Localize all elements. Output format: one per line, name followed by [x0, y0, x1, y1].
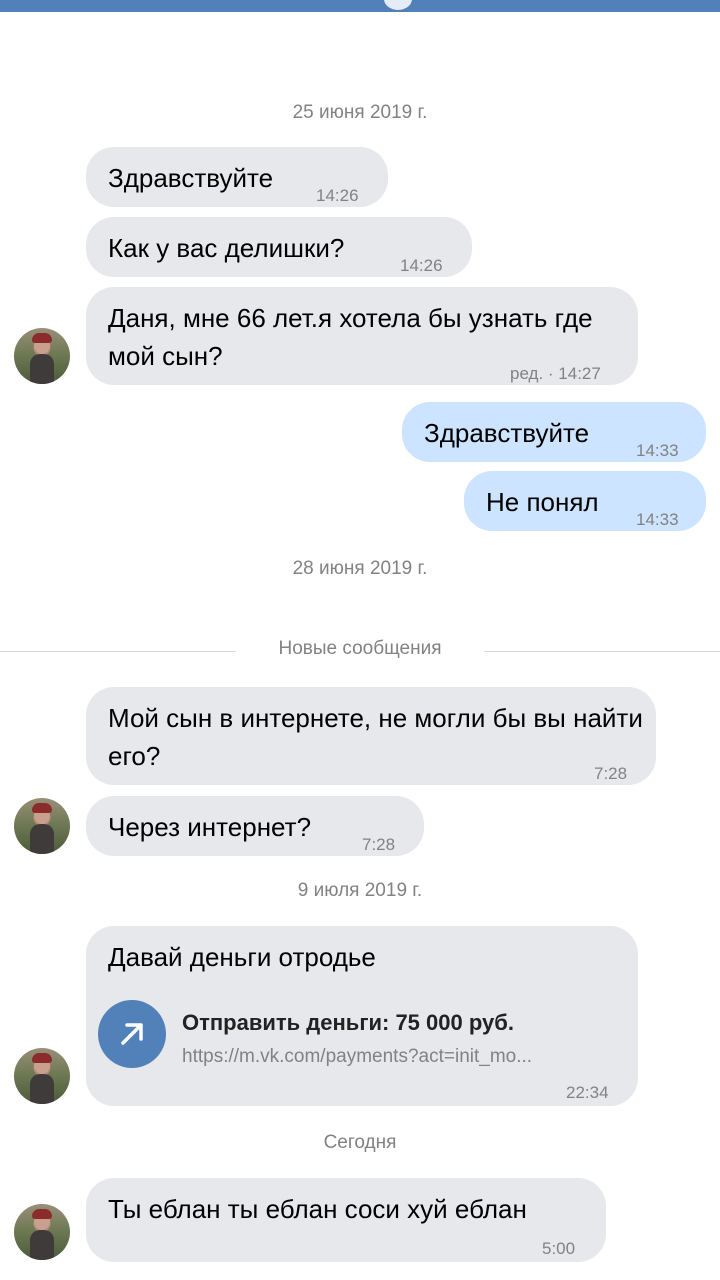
- message-text: Как у вас делишки?: [108, 233, 345, 263]
- top-bar: [0, 0, 720, 12]
- message-time: 14:33: [636, 510, 679, 529]
- link-url[interactable]: https://m.vk.com/payments?act=init_mo...: [182, 1038, 532, 1076]
- avatar[interactable]: [14, 1204, 70, 1260]
- date-separator: 9 июля 2019 г.: [297, 880, 423, 901]
- message-text: Ты еблан ты еблан соси хуй еблан: [108, 1194, 527, 1224]
- message-text: Здравствуйте: [424, 418, 590, 448]
- message-bubble-outgoing[interactable]: Не понял 14:33: [464, 471, 706, 531]
- message-bubble-incoming[interactable]: Мой сын в интернете, не могли бы вы найт…: [86, 687, 656, 785]
- message-bubble-incoming[interactable]: Через интернет? 7:28: [86, 796, 424, 856]
- message-bubble-incoming[interactable]: Давай деньги отродье Отправить деньги: 7…: [86, 926, 638, 1106]
- new-messages-divider: Новые сообщения: [0, 638, 720, 664]
- message-time: ред. · 14:27: [510, 364, 601, 383]
- message-text: Давай деньги отродье: [108, 942, 376, 972]
- message-bubble-incoming[interactable]: Как у вас делишки? 14:26: [86, 217, 472, 277]
- message-text: Не понял: [486, 487, 599, 517]
- payment-link-card[interactable]: Отправить деньги: 75 000 руб. https://m.…: [98, 1000, 618, 1070]
- message-bubble-incoming[interactable]: Здравствуйте 14:26: [86, 147, 388, 207]
- message-bubble-incoming[interactable]: Даня, мне 66 лет.я хотела бы узнать где …: [86, 287, 638, 385]
- message-time: 7:28: [362, 835, 396, 854]
- message-text: Через интернет?: [108, 812, 312, 842]
- message-time: 7:28: [594, 764, 628, 783]
- message-time: 14:26: [316, 186, 359, 205]
- arrow-up-right-icon[interactable]: [98, 1000, 166, 1068]
- message-bubble-incoming[interactable]: Ты еблан ты еблан соси хуй еблан 5:00: [86, 1178, 606, 1262]
- new-messages-label: Новые сообщения: [278, 638, 442, 659]
- avatar[interactable]: [14, 1048, 70, 1104]
- message-time: 22:34: [566, 1083, 609, 1102]
- divider-line: [484, 651, 720, 652]
- message-time: 14:33: [636, 441, 679, 460]
- date-separator: Сегодня: [323, 1132, 397, 1153]
- avatar[interactable]: [14, 798, 70, 854]
- date-separator: 25 июня 2019 г.: [292, 102, 428, 123]
- avatar[interactable]: [14, 328, 70, 384]
- link-title[interactable]: Отправить деньги: 75 000 руб.: [182, 1004, 514, 1042]
- message-text: Здравствуйте: [108, 163, 274, 193]
- message-time: 14:26: [400, 256, 443, 275]
- chat-screen: 25 июня 2019 г. Здравствуйте 14:26 Как у…: [0, 0, 720, 1280]
- message-text: Мой сын в интернете, не могли бы вы найт…: [108, 703, 643, 771]
- message-bubble-outgoing[interactable]: Здравствуйте 14:33: [402, 402, 706, 462]
- top-bar-notch: [384, 0, 412, 10]
- message-time: 5:00: [542, 1239, 576, 1258]
- date-separator: 28 июня 2019 г.: [292, 558, 428, 579]
